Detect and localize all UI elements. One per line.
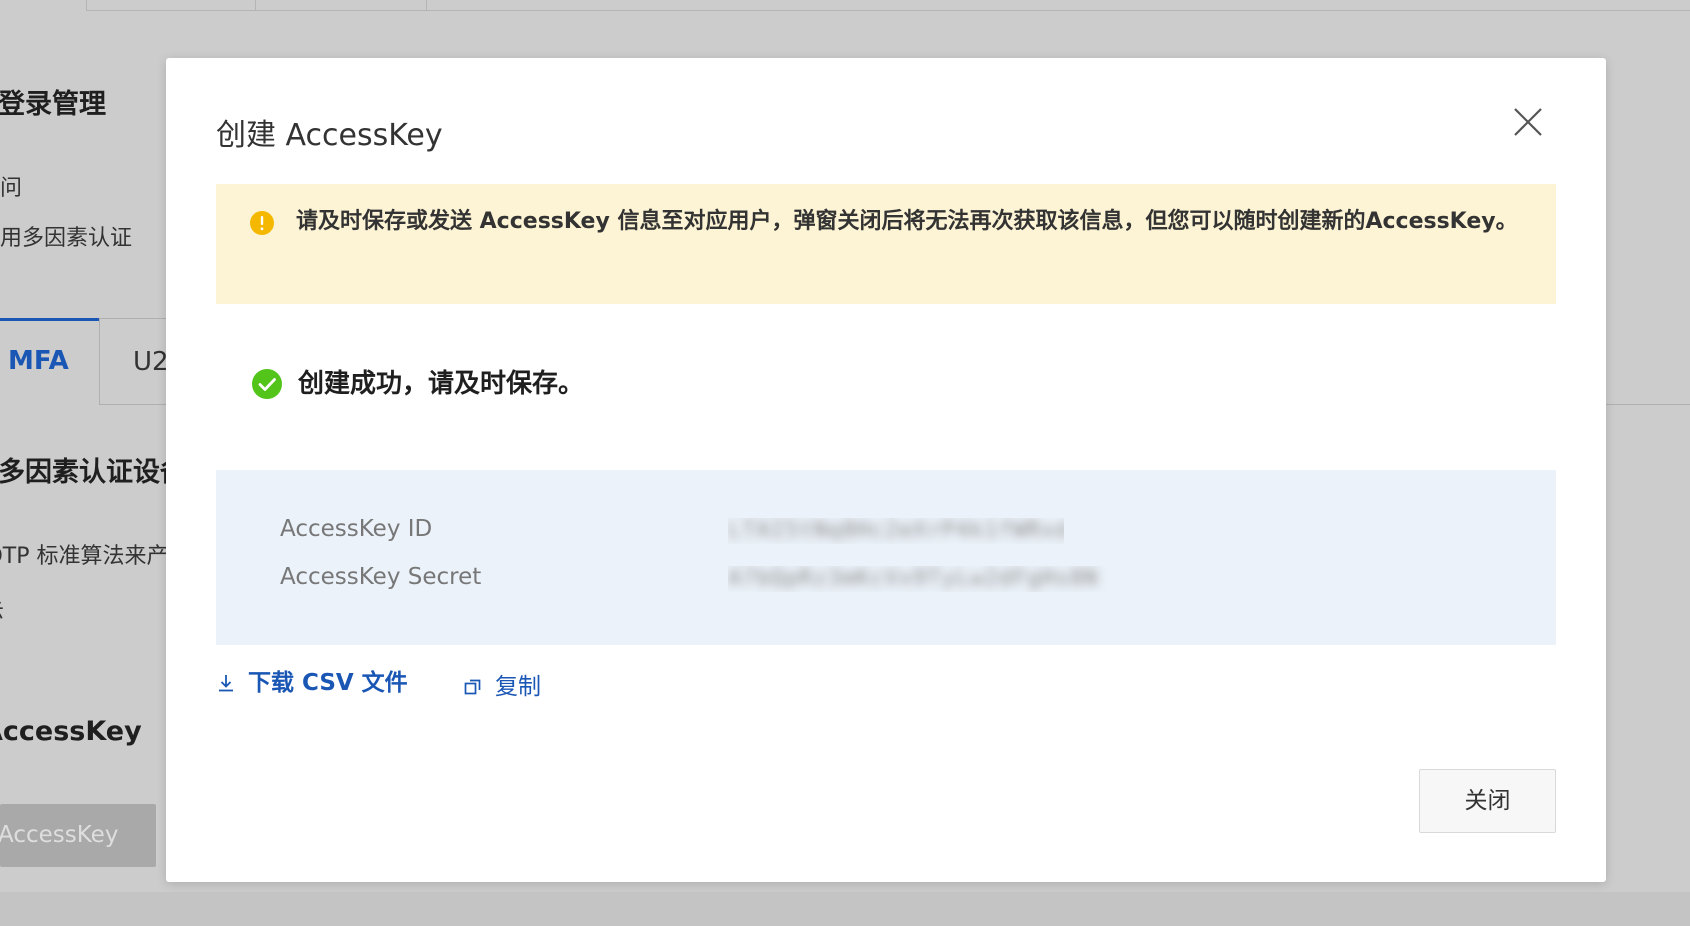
create-accesskey-label: AccessKey bbox=[0, 822, 119, 848]
accesskey-id-value: LTAI5tNq8Hc2eXrP4k1fWRxd bbox=[728, 518, 1064, 544]
warning-circle-icon bbox=[250, 211, 274, 235]
accesskey-secret-value: A7bQpRz3mKcVx9TyLw2dFgHs8N bbox=[728, 566, 1152, 592]
success-text: 创建成功，请及时保存。 bbox=[298, 369, 585, 399]
login-item-mfa: 启用多因素认证 bbox=[0, 226, 133, 251]
create-accesskey-button[interactable]: AccessKey bbox=[0, 804, 156, 867]
warning-banner: 请及时保存或发送 AccessKey 信息至对应用户，弹窗关闭后将无法再次获取该… bbox=[216, 184, 1556, 304]
modal-title: 创建 AccessKey bbox=[216, 118, 443, 153]
section-title-mfa-device: 多因素认证设备 bbox=[0, 457, 187, 488]
accesskey-secret-text: A7bQpRz3mKcVx9TyLw2dFgHs8N bbox=[728, 566, 1099, 591]
top-tab-strip bbox=[0, 0, 1690, 12]
mfa-description-2: 示 bbox=[0, 594, 4, 626]
mfa-description: TOTP 标准算法来产 bbox=[0, 544, 169, 569]
top-tab-rest bbox=[426, 0, 1690, 11]
download-icon bbox=[219, 675, 233, 692]
accesskey-secret-label: AccessKey Secret bbox=[280, 564, 482, 590]
close-button[interactable]: 关闭 bbox=[1419, 769, 1556, 833]
copy-label: 复制 bbox=[495, 674, 541, 700]
top-tab[interactable] bbox=[86, 0, 256, 11]
accesskey-id-label: AccessKey ID bbox=[280, 516, 433, 542]
create-accesskey-modal: 创建 AccessKey 请及时保存或发送 AccessKey 信息至对应用户，… bbox=[166, 58, 1606, 882]
warning-text: 请及时保存或发送 AccessKey 信息至对应用户，弹窗关闭后将无法再次获取该… bbox=[296, 209, 1518, 234]
accesskey-id-text: LTAI5tNq8Hc2eXrP4k1fWRxd bbox=[728, 518, 1064, 543]
top-tab[interactable] bbox=[255, 0, 427, 11]
download-csv-label: 下载 CSV 文件 bbox=[248, 670, 408, 696]
section-title-accesskey: AccessKey bbox=[0, 716, 142, 747]
bottom-table-header bbox=[0, 892, 1690, 926]
section-title-login: 登录管理 bbox=[0, 89, 106, 120]
accesskey-info-panel: AccessKey ID LTAI5tNq8Hc2eXrP4k1fWRxd Ac… bbox=[216, 470, 1556, 645]
tab-mfa[interactable]: MFA bbox=[0, 318, 99, 405]
copy-icon bbox=[464, 679, 481, 695]
close-icon[interactable] bbox=[1512, 106, 1544, 138]
login-item-access: 访问 bbox=[0, 176, 23, 201]
check-circle-icon bbox=[252, 369, 282, 399]
